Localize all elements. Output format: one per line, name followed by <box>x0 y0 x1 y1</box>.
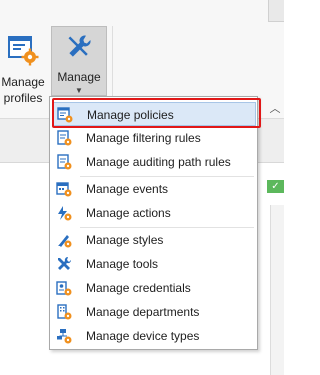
app-window: Manage profiles Manage ▼ ︿ ✓ Manage poli… <box>0 0 284 375</box>
wrench-screwdriver-icon <box>68 35 91 57</box>
menu-item-label: Manage tools <box>86 257 159 271</box>
menu-item-manage-actions[interactable]: Manage actions <box>53 201 256 225</box>
styles-icon <box>58 235 72 248</box>
manage-button[interactable]: Manage ▼ <box>51 26 107 96</box>
profile-settings-icon <box>8 36 39 66</box>
menu-item-label: Manage policies <box>87 108 174 122</box>
menu-item-manage-events[interactable]: Manage events <box>53 177 256 201</box>
auditing-path-rules-icon <box>57 154 72 170</box>
device-types-icon <box>57 329 72 344</box>
menu-item-manage-tools[interactable]: Manage tools <box>53 252 256 276</box>
actions-icon <box>58 206 72 221</box>
credentials-icon <box>56 281 72 296</box>
side-panel <box>270 205 284 375</box>
manage-profiles-label-2: profiles <box>3 91 43 105</box>
menu-item-label: Manage credentials <box>86 281 191 295</box>
menu-item-label: Manage device types <box>86 329 200 343</box>
menu-item-manage-policies[interactable]: Manage policies <box>53 102 256 126</box>
menu-item-manage-device-types[interactable]: Manage device types <box>53 324 256 348</box>
menu-item-label: Manage filtering rules <box>86 131 201 145</box>
departments-icon <box>57 304 72 320</box>
events-icon <box>56 182 72 197</box>
manage-profiles-label-1: Manage <box>1 75 45 89</box>
menu-item-label: Manage departments <box>86 305 200 319</box>
manage-profiles-button[interactable]: Manage profiles <box>0 26 46 118</box>
manage-dropdown-menu: Manage policies Manage filtering rules M… <box>49 96 258 350</box>
tools-icon <box>58 256 72 270</box>
menu-item-label: Manage events <box>86 182 169 196</box>
check-icon: ✓ <box>267 180 284 193</box>
dropdown-caret-icon: ▼ <box>75 86 83 95</box>
collapse-ribbon-icon[interactable]: ︿ <box>268 103 282 115</box>
window-control[interactable] <box>268 0 284 22</box>
menu-item-label: Manage actions <box>86 206 171 220</box>
menu-item-label: Manage auditing path rules <box>86 155 231 169</box>
menu-item-manage-filtering-rules[interactable]: Manage filtering rules <box>53 126 256 150</box>
menu-item-label: Manage styles <box>86 233 164 247</box>
menu-item-manage-auditing-path-rules[interactable]: Manage auditing path rules <box>53 150 256 174</box>
manage-label: Manage <box>57 70 101 84</box>
menu-item-manage-styles[interactable]: Manage styles <box>53 228 256 252</box>
policies-icon <box>57 107 73 123</box>
filtering-rules-icon <box>57 130 72 146</box>
menu-item-manage-credentials[interactable]: Manage credentials <box>53 276 256 300</box>
menu-item-manage-departments[interactable]: Manage departments <box>53 300 256 324</box>
